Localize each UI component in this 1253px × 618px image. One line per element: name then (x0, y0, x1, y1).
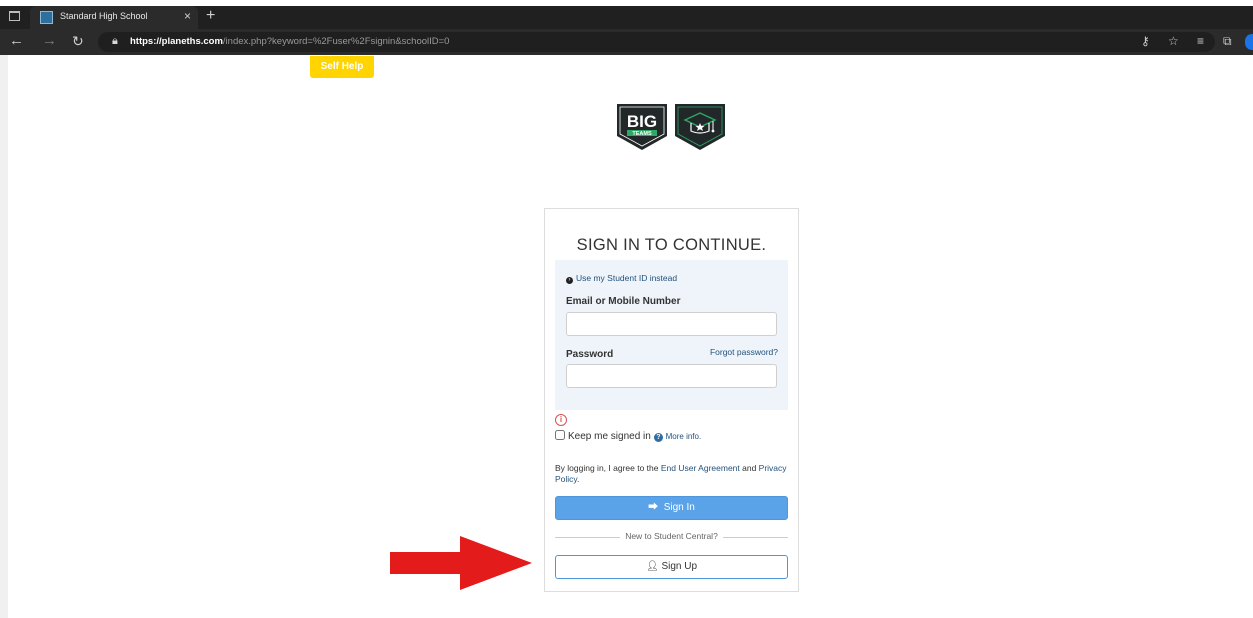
page-viewport: Self Help BIG TEAMS SIGN IN TO CONTINUE.… (0, 55, 1253, 618)
url-host: https://planeths.com (130, 36, 223, 47)
page-title: SIGN IN TO CONTINUE. (576, 236, 767, 254)
tab-actions-icon[interactable] (9, 11, 20, 21)
new-user-divider: New to Student Central? (545, 531, 798, 541)
back-arrow-icon[interactable]: ← (9, 32, 24, 49)
reload-icon[interactable]: ↻ (72, 33, 84, 50)
sign-up-button[interactable]: 👤︎ Sign Up (555, 555, 788, 579)
logo-big-text: BIG (627, 112, 657, 131)
agree-suffix: . (577, 474, 580, 484)
forgot-password-link[interactable]: Forgot password? (710, 347, 778, 357)
close-tab-icon[interactable]: × (184, 9, 191, 23)
profile-avatar[interactable] (1245, 34, 1253, 50)
tab-bar: Standard High School × + (0, 6, 1253, 29)
agree-prefix: By logging in, I agree to the (555, 463, 661, 473)
end-user-agreement-link[interactable]: End User Agreement (661, 463, 740, 473)
tab-title: Standard High School (60, 11, 148, 21)
password-field[interactable] (566, 364, 777, 388)
logo-teams-text: TEAMS (632, 131, 652, 137)
url-text: https://planeths.com/index.php?keyword=%… (130, 36, 449, 47)
sign-in-button[interactable]: ⮕ Sign In (555, 496, 788, 520)
address-bar[interactable]: 🔒︎ https://planeths.com/index.php?keywor… (98, 32, 1215, 52)
sign-in-label: Sign In (663, 502, 695, 513)
student-id-link-label: Use my Student ID instead (576, 273, 678, 283)
password-label: Password (566, 349, 614, 360)
warning-icon: i (555, 414, 567, 426)
sign-in-icon: ⮕ (648, 502, 659, 513)
student-id-link[interactable]: › Use my Student ID instead (566, 273, 677, 284)
divider-label: New to Student Central? (620, 531, 723, 541)
graduation-cap-logo (675, 104, 725, 150)
browser-window: Standard High School × + ← → ↻ 🔒︎ https:… (0, 0, 1253, 618)
lock-icon: 🔒︎ (112, 35, 118, 47)
agreement-text: By logging in, I agree to the End User A… (555, 463, 790, 485)
logos: BIG TEAMS (617, 104, 725, 150)
keep-signed-in-label: Keep me signed in (568, 431, 651, 442)
credentials-panel: › Use my Student ID instead Email or Mobi… (555, 260, 788, 410)
forward-arrow-icon[interactable]: → (42, 32, 57, 49)
help-icon: ? (653, 433, 663, 442)
email-label: Email or Mobile Number (566, 296, 681, 307)
collections-icon[interactable]: ⧉ (1223, 34, 1232, 49)
keep-signed-in-row: Keep me signed in? More info. (555, 430, 701, 442)
add-favorite-icon[interactable]: ☆ (1168, 34, 1179, 48)
signin-card: SIGN IN TO CONTINUE. › Use my Student ID … (544, 208, 799, 592)
big-teams-logo: BIG TEAMS (617, 104, 667, 150)
sign-up-label: Sign Up (661, 561, 698, 572)
new-tab-button[interactable]: + (206, 7, 215, 25)
email-field[interactable] (566, 312, 777, 336)
more-info-link[interactable]: More info. (666, 432, 702, 441)
arrow-circle-icon: › (566, 277, 573, 284)
favorites-icon[interactable]: ≡ (1197, 34, 1204, 48)
key-icon[interactable]: ⚷ (1141, 34, 1150, 48)
keep-signed-in-checkbox[interactable] (555, 430, 565, 440)
address-toolbar: ← → ↻ 🔒︎ https://planeths.com/index.php?… (0, 29, 1253, 55)
favicon-icon (40, 11, 53, 24)
red-arrow-icon (390, 536, 532, 590)
self-help-button[interactable]: Self Help (310, 56, 374, 78)
url-path: /index.php?keyword=%2Fuser%2Fsignin&scho… (222, 36, 450, 47)
agree-mid: and (739, 463, 759, 473)
add-user-icon: 👤︎ (645, 561, 659, 572)
browser-tab[interactable]: Standard High School × (30, 6, 198, 29)
